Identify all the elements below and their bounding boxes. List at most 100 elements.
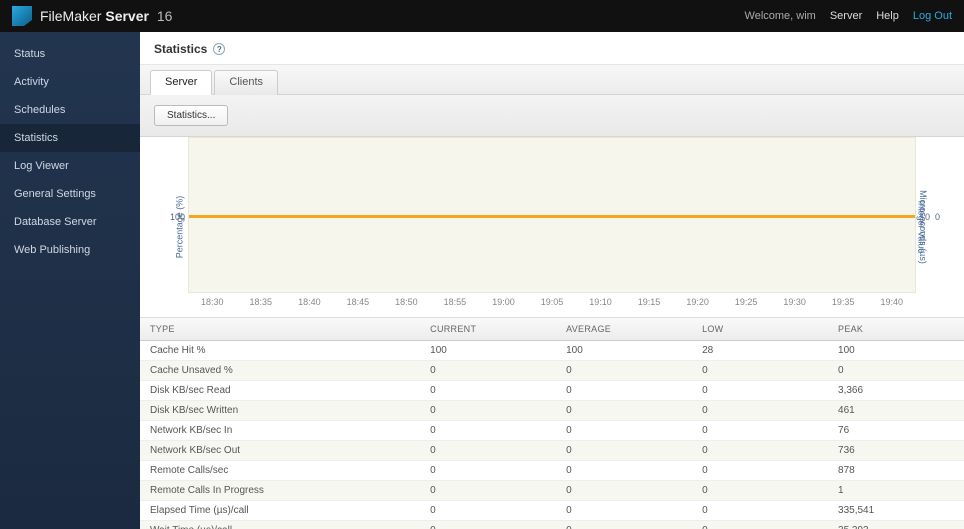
toolbar: Statistics...: [140, 95, 964, 137]
tab-server[interactable]: Server: [150, 70, 212, 95]
cell-current: 0: [420, 481, 556, 501]
sidebar-item-schedules[interactable]: Schedules: [0, 96, 140, 124]
xaxis-tick: 18:45: [334, 297, 383, 317]
chart-series-line: [189, 215, 915, 218]
cell-low: 0: [692, 521, 828, 529]
sidebar: Status Activity Schedules Statistics Log…: [0, 32, 140, 529]
cell-type: Disk KB/sec Written: [140, 401, 420, 421]
cell-average: 0: [556, 401, 692, 421]
xaxis-tick: 18:50: [382, 297, 431, 317]
xaxis-tick: 18:30: [188, 297, 237, 317]
stats-table-wrap: TYPE CURRENT AVERAGE LOW PEAK Cache Hit …: [140, 317, 964, 529]
cell-type: Elapsed Time (µs)/call: [140, 501, 420, 521]
cell-average: 100: [556, 341, 692, 361]
cell-peak: 0: [828, 361, 964, 381]
cell-current: 0: [420, 501, 556, 521]
cell-low: 0: [692, 461, 828, 481]
cell-peak: 736: [828, 441, 964, 461]
tab-clients[interactable]: Clients: [214, 70, 278, 95]
cell-peak: 76: [828, 421, 964, 441]
cell-average: 0: [556, 381, 692, 401]
xaxis-tick: 19:40: [867, 297, 916, 317]
table-row[interactable]: Remote Calls/sec000878: [140, 461, 964, 481]
cell-type: Remote Calls In Progress: [140, 481, 420, 501]
th-type[interactable]: TYPE: [140, 318, 420, 341]
brand-name-heavy: Server: [105, 8, 149, 24]
server-link[interactable]: Server: [830, 10, 862, 22]
cell-current: 0: [420, 361, 556, 381]
stats-table: TYPE CURRENT AVERAGE LOW PEAK Cache Hit …: [140, 318, 964, 529]
brand-text: FileMaker Server 16: [40, 8, 172, 24]
cell-peak: 461: [828, 401, 964, 421]
xaxis-tick: 19:25: [722, 297, 771, 317]
sidebar-item-status[interactable]: Status: [0, 40, 140, 68]
cell-low: 0: [692, 401, 828, 421]
chart: Percentage (%) Integer Value Microsecond…: [154, 137, 950, 317]
sidebar-item-log-viewer[interactable]: Log Viewer: [0, 152, 140, 180]
table-row[interactable]: Remote Calls In Progress0001: [140, 481, 964, 501]
xaxis-tick: 19:00: [479, 297, 528, 317]
sidebar-item-statistics[interactable]: Statistics: [0, 124, 140, 152]
topbar: FileMaker Server 16 Welcome, wim Server …: [0, 0, 964, 32]
help-icon[interactable]: ?: [213, 43, 225, 55]
cell-low: 28: [692, 341, 828, 361]
table-header-row: TYPE CURRENT AVERAGE LOW PEAK: [140, 318, 964, 341]
table-row[interactable]: Network KB/sec In00076: [140, 421, 964, 441]
brand-name-light: FileMaker: [40, 8, 101, 24]
help-link[interactable]: Help: [876, 10, 899, 22]
statistics-button[interactable]: Statistics...: [154, 105, 228, 126]
cell-type: Wait Time (µs)/call: [140, 521, 420, 529]
cell-current: 0: [420, 401, 556, 421]
table-row[interactable]: Cache Hit %10010028100: [140, 341, 964, 361]
page-title: Statistics: [154, 42, 207, 56]
cell-average: 0: [556, 481, 692, 501]
xaxis-tick: 18:40: [285, 297, 334, 317]
cell-average: 0: [556, 521, 692, 529]
chart-xaxis: 18:3018:3518:4018:4518:5018:5519:0019:05…: [188, 297, 916, 317]
cell-low: 0: [692, 361, 828, 381]
cell-type: Disk KB/sec Read: [140, 381, 420, 401]
filemaker-icon: [12, 6, 32, 26]
logout-link[interactable]: Log Out: [913, 10, 952, 22]
welcome-text: Welcome, wim: [745, 10, 816, 22]
cell-average: 0: [556, 501, 692, 521]
xaxis-tick: 19:15: [625, 297, 674, 317]
cell-current: 0: [420, 441, 556, 461]
yaxis-left-ticks: 100: [160, 137, 178, 293]
cell-current: 0: [420, 381, 556, 401]
cell-current: 0: [420, 521, 556, 529]
sidebar-item-database-server[interactable]: Database Server: [0, 208, 140, 236]
chart-plot-area: [188, 137, 916, 293]
th-peak[interactable]: PEAK: [828, 318, 964, 341]
th-average[interactable]: AVERAGE: [556, 318, 692, 341]
brand: FileMaker Server 16: [12, 6, 172, 26]
cell-average: 0: [556, 441, 692, 461]
table-row[interactable]: Wait Time (µs)/call00035,293: [140, 521, 964, 529]
table-row[interactable]: Disk KB/sec Written000461: [140, 401, 964, 421]
ytick-right-0a: 0: [925, 212, 930, 222]
ytick-right-0b: 0: [935, 212, 940, 222]
xaxis-tick: 19:05: [528, 297, 577, 317]
sidebar-item-web-publishing[interactable]: Web Publishing: [0, 236, 140, 264]
cell-peak: 878: [828, 461, 964, 481]
table-row[interactable]: Cache Unsaved %0000: [140, 361, 964, 381]
cell-low: 0: [692, 481, 828, 501]
xaxis-tick: 19:10: [576, 297, 625, 317]
table-row[interactable]: Network KB/sec Out000736: [140, 441, 964, 461]
cell-average: 0: [556, 421, 692, 441]
ytick-left-100: 100: [170, 212, 185, 222]
sidebar-item-activity[interactable]: Activity: [0, 68, 140, 96]
xaxis-tick: 19:30: [770, 297, 819, 317]
sidebar-item-general-settings[interactable]: General Settings: [0, 180, 140, 208]
xaxis-tick: 18:35: [237, 297, 286, 317]
table-row[interactable]: Disk KB/sec Read0003,366: [140, 381, 964, 401]
page-header: Statistics ?: [140, 32, 964, 65]
tabstrip: Server Clients: [140, 65, 964, 95]
th-current[interactable]: CURRENT: [420, 318, 556, 341]
cell-peak: 100: [828, 341, 964, 361]
cell-average: 0: [556, 361, 692, 381]
cell-low: 0: [692, 381, 828, 401]
table-row[interactable]: Elapsed Time (µs)/call000335,541: [140, 501, 964, 521]
xaxis-tick: 19:35: [819, 297, 868, 317]
th-low[interactable]: LOW: [692, 318, 828, 341]
